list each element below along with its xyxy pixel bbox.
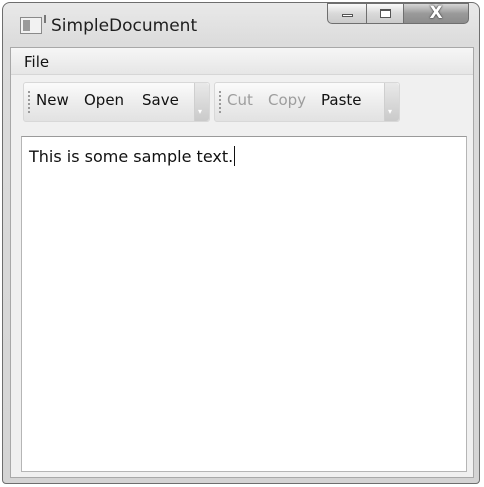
chevron-down-icon: ▾: [388, 107, 393, 116]
menu-bar: File: [11, 48, 473, 75]
main-window: SimpleDocument X File New Open Save ▾ Cu…: [2, 2, 480, 484]
minimize-button[interactable]: [327, 3, 367, 24]
copy-button[interactable]: Copy: [268, 91, 306, 109]
file-toolbar: New Open Save ▾: [23, 82, 210, 122]
toolbar-grip[interactable]: [28, 91, 30, 115]
new-button[interactable]: New: [36, 91, 69, 109]
editor-text: This is some sample text.: [29, 147, 234, 166]
maximize-icon: [380, 9, 391, 18]
edit-toolbar: Cut Copy Paste ▾: [214, 82, 400, 122]
maximize-button[interactable]: [366, 3, 404, 24]
title-bar[interactable]: SimpleDocument X: [3, 3, 479, 47]
caption-buttons: X: [327, 3, 472, 25]
text-caret: [234, 146, 236, 166]
document-editor[interactable]: This is some sample text.: [21, 136, 467, 472]
window-title: SimpleDocument: [51, 16, 198, 36]
toolbar-grip[interactable]: [219, 91, 221, 115]
toolbar-overflow-button[interactable]: ▾: [384, 83, 399, 121]
toolbar-overflow-button[interactable]: ▾: [194, 83, 209, 121]
close-icon: X: [429, 3, 443, 23]
minimize-icon: [342, 14, 353, 17]
close-button[interactable]: X: [403, 3, 469, 24]
open-button[interactable]: Open: [84, 91, 124, 109]
menu-file[interactable]: File: [24, 53, 49, 71]
chevron-down-icon: ▾: [198, 107, 203, 116]
client-area: File New Open Save ▾ Cut Copy Paste ▾ Th…: [10, 47, 474, 478]
paste-button[interactable]: Paste: [321, 91, 362, 109]
editor-content: This is some sample text.: [29, 146, 236, 166]
cut-button[interactable]: Cut: [227, 91, 253, 109]
save-button[interactable]: Save: [142, 91, 179, 109]
app-icon[interactable]: [20, 15, 46, 34]
